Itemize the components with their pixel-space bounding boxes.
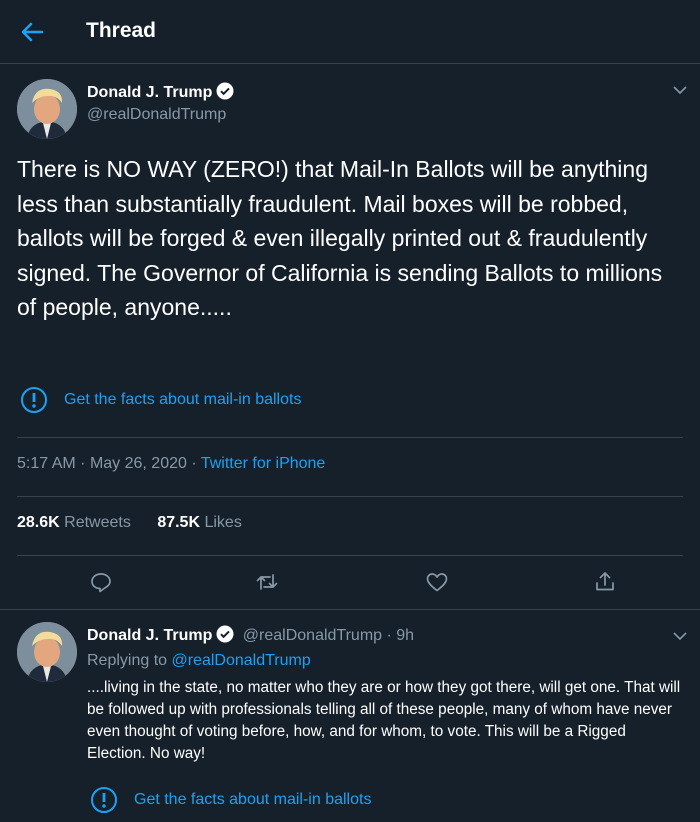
page-title: Thread (86, 19, 157, 42)
verified-icon (216, 625, 234, 643)
likes-stat[interactable]: 87.5K Likes (157, 514, 242, 531)
verified-icon (216, 82, 234, 100)
avatar[interactable] (17, 79, 77, 139)
tweet-meta: 5:17 AM · May 26, 2020 · Twitter for iPh… (17, 455, 325, 473)
info-icon (91, 787, 117, 813)
like-icon (426, 573, 448, 592)
retweets-count: 28.6K (17, 514, 60, 531)
divider (17, 437, 683, 438)
retweet-icon (256, 574, 278, 590)
reply-author-handle[interactable]: @realDonaldTrump (243, 627, 382, 644)
meta-separator: · (191, 455, 201, 472)
back-arrow-icon (21, 22, 44, 42)
divider (17, 555, 683, 556)
tweet-menu-button[interactable] (670, 80, 690, 100)
reply-facts-link[interactable]: Get the facts about mail-in ballots (90, 786, 371, 814)
likes-label: Likes (204, 514, 242, 531)
retweets-stat[interactable]: 28.6K Retweets (17, 514, 131, 531)
reply-button[interactable] (88, 569, 114, 595)
share-icon (596, 572, 614, 591)
reply-facts-link-label[interactable]: Get the facts about mail-in ballots (134, 791, 371, 809)
back-button[interactable] (18, 18, 46, 46)
meta-separator: · (382, 627, 397, 644)
meta-separator: · (80, 455, 90, 472)
tweet-date[interactable]: May 26, 2020 (90, 455, 187, 472)
reply-icon (91, 573, 111, 593)
profile-photo (17, 79, 77, 139)
retweet-button[interactable] (254, 569, 280, 595)
retweets-label: Retweets (64, 514, 131, 531)
info-icon (21, 387, 47, 413)
author-handle[interactable]: @realDonaldTrump (87, 106, 234, 124)
tweet-stats: 28.6K Retweets 87.5K Likes (17, 514, 264, 532)
tweet-source[interactable]: Twitter for iPhone (201, 455, 326, 472)
likes-count: 87.5K (157, 514, 201, 531)
chevron-down-icon (673, 86, 687, 95)
thread-header: Thread (0, 0, 700, 64)
tweet-time[interactable]: 5:17 AM (17, 455, 76, 472)
profile-photo (17, 622, 77, 682)
author-name[interactable]: Donald J. Trump (87, 84, 212, 101)
reply-text: ....living in the state, no matter who t… (87, 679, 681, 762)
author-block: Donald J. Trump @realDonaldTrump (87, 82, 234, 124)
share-button[interactable] (592, 569, 618, 595)
replying-label: Replying to (87, 652, 168, 669)
facts-link-label[interactable]: Get the facts about mail-in ballots (64, 391, 301, 409)
reply-menu-button[interactable] (670, 626, 690, 646)
reply-avatar[interactable] (17, 622, 77, 682)
like-button[interactable] (424, 569, 450, 595)
divider (17, 496, 683, 497)
tweet-text: There is NO WAY (ZERO!) that Mail-In Bal… (17, 156, 663, 320)
divider (0, 609, 700, 610)
reply-age[interactable]: 9h (396, 627, 414, 644)
reply-author-row: Donald J. Trump @realDonaldTrump · 9h (87, 625, 414, 645)
reply-author-name[interactable]: Donald J. Trump (87, 627, 212, 644)
replying-to: Replying to @realDonaldTrump (87, 652, 311, 670)
replying-mention[interactable]: @realDonaldTrump (172, 652, 311, 669)
facts-link[interactable]: Get the facts about mail-in ballots (20, 386, 301, 414)
chevron-down-icon (673, 632, 687, 641)
